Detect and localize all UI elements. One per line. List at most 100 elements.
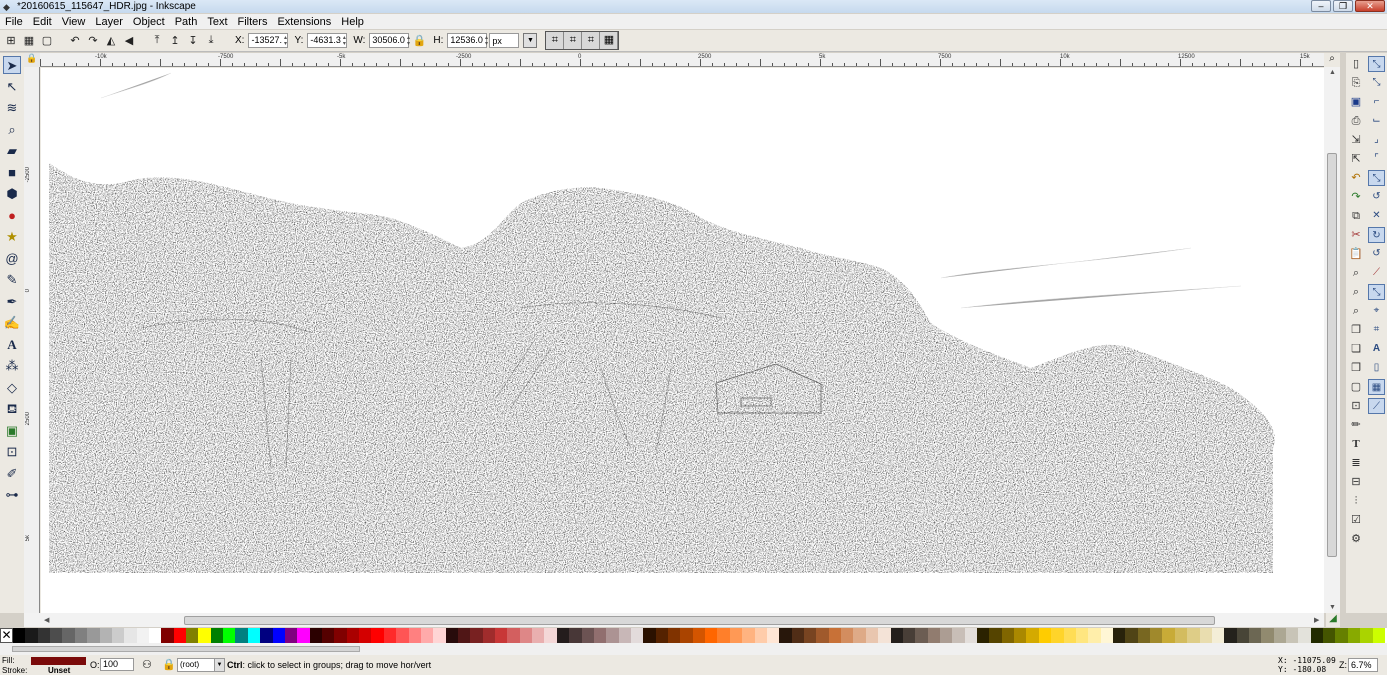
zoom-drawing-icon[interactable]: ⌕: [1348, 284, 1364, 300]
palette-swatch[interactable]: [804, 628, 817, 643]
palette-swatch[interactable]: [99, 628, 112, 643]
palette-swatch[interactable]: [1051, 628, 1064, 643]
open-icon[interactable]: ⎘: [1348, 75, 1364, 91]
palette-swatch[interactable]: [630, 628, 644, 643]
lower-icon[interactable]: ↧: [185, 33, 201, 49]
close-button[interactable]: ✕: [1355, 0, 1385, 12]
palette-swatch[interactable]: [470, 628, 483, 643]
palette-swatch[interactable]: [1150, 628, 1163, 643]
palette-swatch[interactable]: [1323, 628, 1336, 643]
flip-horizontal-icon[interactable]: ◭: [103, 33, 119, 49]
cut-icon[interactable]: ✂: [1348, 227, 1364, 243]
palette-swatch[interactable]: [420, 628, 434, 643]
unit-dropdown-icon[interactable]: ▼: [523, 33, 538, 48]
snap-page-border-icon[interactable]: ▯: [1368, 360, 1385, 376]
palette-swatch[interactable]: [272, 628, 285, 643]
palette-swatch[interactable]: [1310, 628, 1324, 643]
palette-swatch[interactable]: [1063, 628, 1076, 643]
duplicate-icon[interactable]: ❐: [1348, 322, 1364, 338]
palette-swatch[interactable]: [643, 628, 656, 643]
palette-swatch[interactable]: [1286, 628, 1299, 643]
palette-swatch[interactable]: [705, 628, 718, 643]
palette-swatch[interactable]: [50, 628, 63, 643]
y-input[interactable]: -4631.3 ▴ ▾: [307, 33, 348, 48]
palette-swatch[interactable]: [148, 628, 162, 643]
palette-swatch[interactable]: [927, 628, 940, 643]
snap-bbox-midpoints-icon[interactable]: ⌟: [1368, 132, 1385, 148]
palette-swatch[interactable]: [915, 628, 928, 643]
raise-to-top-icon[interactable]: ⤒: [149, 33, 165, 49]
fill-stroke-icon[interactable]: ✏: [1348, 417, 1364, 433]
snap-object-center-icon[interactable]: ⌖: [1368, 303, 1385, 319]
horizontal-scroll-thumb[interactable]: [184, 616, 1215, 625]
menu-file[interactable]: File: [0, 16, 28, 28]
vertical-ruler[interactable]: -2500 0 2500 5k: [24, 67, 40, 613]
transform-patterns-icon[interactable]: ▦: [600, 32, 619, 49]
palette-swatch[interactable]: [210, 628, 224, 643]
scale-stroke-icon[interactable]: ⌗: [546, 32, 565, 49]
palette-swatch[interactable]: [1174, 628, 1188, 643]
palette-swatch[interactable]: [742, 628, 755, 643]
no-paint-swatch[interactable]: ✕: [0, 628, 13, 643]
zoom-input[interactable]: 6.7%: [1348, 658, 1378, 672]
text-icon[interactable]: A: [3, 336, 21, 354]
rotate-cw-icon[interactable]: ↷: [85, 33, 101, 49]
palette-swatch[interactable]: [309, 628, 322, 643]
pen-icon[interactable]: ✒: [3, 293, 21, 311]
vertical-scrollbar[interactable]: ▲ ▼: [1324, 67, 1340, 613]
palette-swatch[interactable]: [1273, 628, 1287, 643]
palette-swatch[interactable]: [321, 628, 335, 643]
fill-indicator[interactable]: [31, 657, 86, 665]
palette-swatch[interactable]: [581, 628, 594, 643]
raise-icon[interactable]: ↥: [167, 33, 183, 49]
eraser-icon[interactable]: ◇: [3, 379, 21, 397]
palette-swatch[interactable]: [952, 628, 965, 643]
palette-swatch[interactable]: [1347, 628, 1361, 643]
palette-swatch[interactable]: [556, 628, 570, 643]
palette-swatch[interactable]: [1261, 628, 1274, 643]
spray-icon[interactable]: ⁂: [3, 357, 21, 375]
selector-icon[interactable]: ➤: [3, 56, 21, 74]
zoom-icon[interactable]: ⌕: [3, 121, 21, 139]
undo-icon[interactable]: ↶: [1348, 170, 1364, 186]
spin-arrows-icon[interactable]: ▴ ▾: [485, 35, 488, 47]
align-distribute-icon[interactable]: ⫶: [1348, 493, 1364, 509]
palette-swatch[interactable]: [939, 628, 953, 643]
palette-swatch[interactable]: [495, 628, 508, 643]
menu-help[interactable]: Help: [336, 16, 369, 28]
palette-swatch[interactable]: [1372, 628, 1385, 643]
palette-swatch[interactable]: [1026, 628, 1039, 643]
palette-swatch[interactable]: [1211, 628, 1225, 643]
palette-swatch[interactable]: [359, 628, 372, 643]
palette-swatch[interactable]: [618, 628, 631, 643]
palette-swatch[interactable]: [791, 628, 804, 643]
color-manage-icon[interactable]: ◢: [1326, 613, 1340, 627]
palette-swatch[interactable]: [964, 628, 978, 643]
copy-icon[interactable]: ⧉: [1348, 208, 1364, 224]
palette-swatch[interactable]: [223, 628, 236, 643]
palette-swatch[interactable]: [1100, 628, 1113, 643]
palette-scroll-thumb[interactable]: [12, 646, 360, 652]
paste-icon[interactable]: 📋: [1348, 246, 1364, 262]
snap-nodes-icon[interactable]: ⤡: [1368, 170, 1385, 186]
snap-bbox-corners-icon[interactable]: ⌙: [1368, 113, 1385, 129]
snap-grid-icon[interactable]: ▦: [1368, 379, 1385, 395]
snap-enable-icon[interactable]: ⤡: [1368, 56, 1385, 72]
palette-swatch[interactable]: [136, 628, 149, 643]
menu-layer[interactable]: Layer: [90, 16, 128, 28]
palette-swatch[interactable]: [1360, 628, 1373, 643]
palette-swatch[interactable]: [1125, 628, 1138, 643]
palette-swatch[interactable]: [692, 628, 706, 643]
tweak-icon[interactable]: ≋: [3, 99, 21, 117]
snap-bbox-center-icon[interactable]: ⌜: [1368, 151, 1385, 167]
palette-swatch[interactable]: [482, 628, 496, 643]
palette-swatch[interactable]: [519, 628, 533, 643]
traced-image[interactable]: [41, 68, 1324, 613]
palette-swatch[interactable]: [766, 628, 780, 643]
palette-swatch[interactable]: [655, 628, 669, 643]
palette-swatch[interactable]: [62, 628, 75, 643]
unlink-clone-icon[interactable]: ❒: [1348, 360, 1364, 376]
palette-swatch[interactable]: [1187, 628, 1200, 643]
unit-select[interactable]: px: [489, 33, 520, 48]
palette-swatch[interactable]: [297, 628, 310, 643]
